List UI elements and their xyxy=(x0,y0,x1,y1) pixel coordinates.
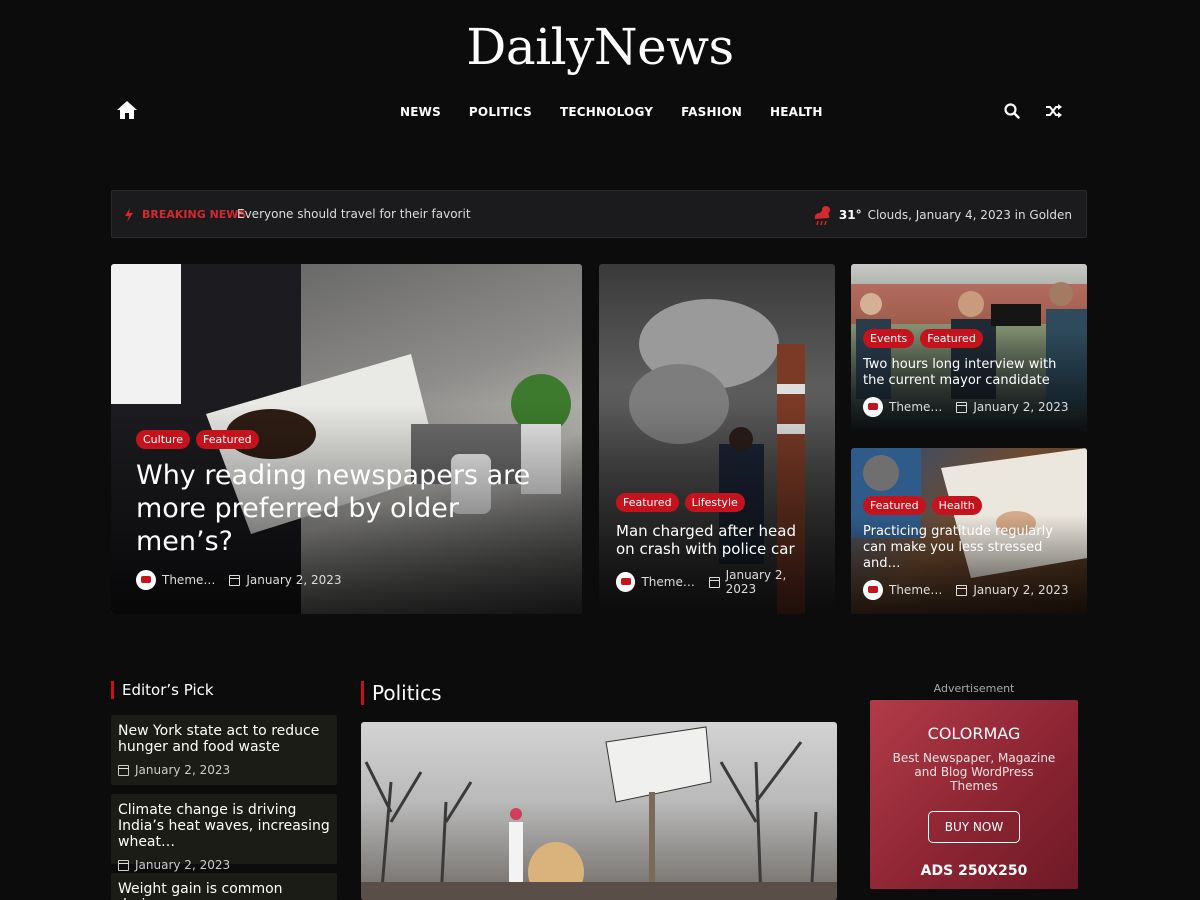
calendar-icon xyxy=(708,576,720,588)
politics-heading: Politics xyxy=(361,681,442,705)
calendar-icon xyxy=(956,584,968,596)
author-name[interactable]: Theme… xyxy=(889,583,942,597)
breaking-news-bar: BREAKING NEWS Everyone should travel for… xyxy=(111,190,1087,238)
post-date: January 2, 2023 xyxy=(135,763,231,777)
tag-events[interactable]: Events xyxy=(863,329,915,348)
list-item[interactable]: New York state act to reduce hunger and … xyxy=(111,715,337,785)
tag-featured[interactable]: Featured xyxy=(616,493,679,512)
editors-pick-heading: Editor’s Pick xyxy=(111,681,214,699)
post-date: January 2, 2023 xyxy=(973,400,1069,414)
tag-health[interactable]: Health xyxy=(931,496,982,515)
ad-brand: COLORMAG xyxy=(927,724,1021,743)
shuffle-icon[interactable] xyxy=(1045,102,1063,120)
ad-subtitle: Best Newspaper, Magazine and Blog WordPr… xyxy=(892,751,1056,793)
avatar xyxy=(863,397,883,417)
breaking-news-headline[interactable]: Everyone should travel for their favorit xyxy=(237,207,471,221)
avatar xyxy=(136,570,156,590)
nav-item-health[interactable]: HEALTH xyxy=(756,105,837,119)
post-date: January 2, 2023 xyxy=(135,858,231,872)
hero-bottom-right-title[interactable]: Practicing gratitude regularly can make … xyxy=(863,524,1075,572)
site-logo[interactable]: DailyNews xyxy=(0,18,1200,76)
tag-culture[interactable]: Culture xyxy=(136,430,191,449)
hero-main-card[interactable]: Culture Featured Why reading newspapers … xyxy=(111,264,582,614)
ad-banner[interactable]: COLORMAG Best Newspaper, Magazine and Bl… xyxy=(870,700,1078,889)
weather-widget: 31° Clouds, January 4, 2023 in Golden xyxy=(811,204,1072,226)
main-nav: NEWS POLITICS TECHNOLOGY FASHION HEALTH xyxy=(111,96,1087,128)
ad-size-label: ADS 250X250 xyxy=(920,863,1028,879)
cloud-rain-sun-icon xyxy=(811,204,833,226)
author-name[interactable]: Theme… xyxy=(889,400,942,414)
nav-item-news[interactable]: NEWS xyxy=(386,105,455,119)
author-name[interactable]: Theme… xyxy=(641,575,694,589)
hero-top-right-content: Events Featured Two hours long interview… xyxy=(851,329,1087,431)
tag-featured[interactable]: Featured xyxy=(863,496,926,515)
editors-pick-title[interactable]: New York state act to reduce hunger and … xyxy=(118,723,330,755)
editors-pick-title[interactable]: Weight gain is common during xyxy=(118,881,330,900)
nav-item-fashion[interactable]: FASHION xyxy=(667,105,756,119)
calendar-icon xyxy=(118,859,129,871)
hero-bottom-right-card[interactable]: Featured Health Practicing gratitude reg… xyxy=(851,448,1087,614)
calendar-icon xyxy=(956,401,968,413)
breaking-news-label: BREAKING NEWS xyxy=(142,208,247,221)
list-item[interactable]: Climate change is driving India’s heat w… xyxy=(111,794,337,872)
nav-actions xyxy=(1003,102,1063,120)
hero-middle-title[interactable]: Man charged after head on crash with pol… xyxy=(616,522,818,558)
list-item[interactable]: Weight gain is common during xyxy=(111,873,337,900)
nav-menu: NEWS POLITICS TECHNOLOGY FASHION HEALTH xyxy=(386,96,837,128)
nav-item-politics[interactable]: POLITICS xyxy=(455,105,546,119)
editors-pick-title[interactable]: Climate change is driving India’s heat w… xyxy=(118,802,330,850)
hero-top-right-card[interactable]: Events Featured Two hours long interview… xyxy=(851,264,1087,431)
hero-middle-content: Featured Lifestyle Man charged after hea… xyxy=(599,493,835,614)
hero-main-title[interactable]: Why reading newspapers are more preferre… xyxy=(136,459,557,558)
hero-middle-card[interactable]: Featured Lifestyle Man charged after hea… xyxy=(599,264,835,614)
post-date: January 2, 2023 xyxy=(725,568,787,596)
tag-featured[interactable]: Featured xyxy=(920,329,983,348)
hero-main-content: Culture Featured Why reading newspapers … xyxy=(111,430,582,614)
weather-description: Clouds, January 4, 2023 in Golden xyxy=(867,208,1072,222)
post-date: January 2, 2023 xyxy=(246,573,342,587)
hero-top-right-title[interactable]: Two hours long interview with the curren… xyxy=(863,357,1075,389)
weather-temperature: 31° xyxy=(838,208,862,222)
calendar-icon xyxy=(229,574,241,586)
hero-bottom-right-content: Featured Health Practicing gratitude reg… xyxy=(851,496,1087,614)
avatar xyxy=(863,580,883,600)
post-date: January 2, 2023 xyxy=(973,583,1069,597)
nav-item-technology[interactable]: TECHNOLOGY xyxy=(546,105,667,119)
calendar-icon xyxy=(118,764,129,776)
author-name[interactable]: Theme… xyxy=(162,573,215,587)
protest-image[interactable] xyxy=(361,722,837,900)
tag-lifestyle[interactable]: Lifestyle xyxy=(684,493,745,512)
tag-featured[interactable]: Featured xyxy=(196,430,259,449)
avatar xyxy=(616,572,636,592)
search-icon[interactable] xyxy=(1003,102,1021,120)
home-icon[interactable] xyxy=(116,100,138,120)
advertisement-label: Advertisement xyxy=(933,682,1015,695)
buy-now-button[interactable]: BUY NOW xyxy=(927,811,1021,843)
bolt-icon xyxy=(124,208,134,222)
